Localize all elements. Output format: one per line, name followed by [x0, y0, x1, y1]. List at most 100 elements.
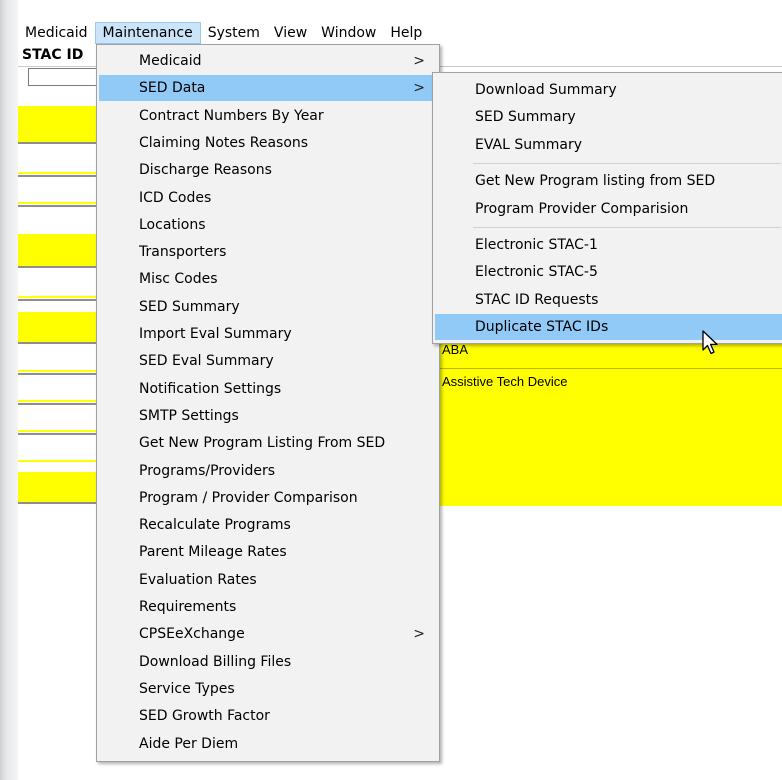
submenu-item-download-summary[interactable]: Download Summary	[435, 77, 782, 103]
menu-item-label: Discharge Reasons	[139, 162, 272, 179]
menu-item-locations[interactable]: Locations	[99, 212, 437, 238]
menu-item-label: Download Billing Files	[139, 653, 292, 670]
menu-item-label: Program / Provider Comparison	[139, 489, 358, 506]
grid-row-divider	[18, 342, 108, 344]
menu-item-programs-providers[interactable]: Programs/Providers	[99, 458, 437, 484]
menu-item-get-new-program-listing-from-sed[interactable]: Get New Program Listing From SED	[99, 430, 437, 456]
menu-item-service-types[interactable]: Service Types	[99, 676, 437, 702]
menu-separator	[473, 163, 781, 165]
grid-row-highlighted[interactable]	[18, 430, 108, 432]
menu-item-label: Notification Settings	[139, 380, 282, 397]
grid-row-highlighted[interactable]	[18, 234, 108, 266]
menu-item-label: SED Growth Factor	[139, 708, 270, 725]
menu-item-label: Evaluation Rates	[139, 571, 257, 588]
menu-item-label: SED Data	[139, 80, 206, 97]
mouse-cursor-icon	[702, 330, 718, 355]
menu-item-label: SED Summary	[139, 298, 240, 315]
menu-item-sed-growth-factor[interactable]: SED Growth Factor	[99, 703, 437, 729]
menu-item-label: Transporters	[139, 244, 227, 261]
menu-item-program-provider-comparison[interactable]: Program / Provider Comparison	[99, 485, 437, 511]
grid-row-divider	[18, 142, 108, 144]
menu-item-claiming-notes-reasons[interactable]: Claiming Notes Reasons	[99, 130, 437, 156]
menu-item-label: SMTP Settings	[139, 407, 239, 424]
menu-item-sed-data[interactable]: SED Data >	[99, 75, 437, 102]
menu-item-label: SED Eval Summary	[139, 353, 274, 370]
menu-item-label: Claiming Notes Reasons	[139, 134, 309, 151]
menu-item-label: Get New Program Listing From SED	[139, 435, 386, 452]
menu-item-parent-mileage-rates[interactable]: Parent Mileage Rates	[99, 539, 437, 565]
submenu-item-get-new-program-listing-from-sed[interactable]: Get New Program listing from SED	[435, 168, 782, 194]
chevron-right-icon: >	[413, 80, 425, 97]
grid-cell-assistive-tech-device[interactable]: Assistive Tech Device	[442, 374, 567, 389]
grid-row-divider	[18, 373, 108, 375]
menu-item-aide-per-diem[interactable]: Aide Per Diem	[99, 731, 437, 757]
submenu-item-duplicate-stac-ids[interactable]: Duplicate STAC IDs	[435, 314, 782, 341]
grid-row-highlighted[interactable]	[18, 460, 108, 462]
menu-item-sed-eval-summary[interactable]: SED Eval Summary	[99, 348, 437, 374]
grid-row-divider	[18, 266, 108, 268]
menu-item-notification-settings[interactable]: Notification Settings	[99, 376, 437, 402]
application-window: Medicaid Maintenance System View Window …	[18, 0, 782, 780]
menu-item-download-billing-files[interactable]: Download Billing Files	[99, 649, 437, 675]
data-grid-left	[18, 0, 108, 780]
menu-item-label: Import Eval Summary	[139, 326, 292, 342]
submenu-item-electronic-stac-5[interactable]: Electronic STAC-5	[435, 259, 782, 285]
grid-cell-aba[interactable]: ABA	[442, 342, 468, 357]
menu-item-label: Service Types	[139, 680, 235, 697]
grid-row-divider	[438, 368, 782, 369]
menu-item-icd-codes[interactable]: ICD Codes	[99, 185, 437, 211]
menu-item-smtp-settings[interactable]: SMTP Settings	[99, 403, 437, 429]
menu-item-label: Locations	[139, 216, 206, 233]
grid-row-highlighted[interactable]	[18, 106, 108, 142]
menu-bar: Medicaid Maintenance System View Window …	[18, 22, 782, 44]
menu-item-contract-numbers-by-year[interactable]: Contract Numbers By Year	[99, 103, 437, 129]
menu-help[interactable]: Help	[383, 22, 429, 44]
menu-view[interactable]: View	[267, 22, 314, 44]
grid-row-highlighted[interactable]	[18, 472, 108, 502]
grid-row-divider	[18, 299, 108, 301]
sed-data-submenu: Download Summary SED Summary EVAL Summary G…	[432, 72, 782, 344]
maintenance-menu: Medicaid > SED Data > Contract Numbers By Ye…	[96, 44, 440, 762]
menu-item-label: ICD Codes	[139, 189, 212, 206]
menu-item-label: Medicaid	[139, 53, 202, 69]
menu-window[interactable]: Window	[314, 22, 383, 44]
menu-maintenance[interactable]: Maintenance	[94, 22, 201, 44]
data-grid-visible-rows: ABA Assistive Tech Device	[438, 340, 782, 506]
grid-row-highlighted[interactable]	[18, 370, 108, 372]
menu-item-misc-codes[interactable]: Misc Codes	[99, 266, 437, 292]
menu-item-label: Parent Mileage Rates	[139, 544, 287, 561]
menu-item-label: Programs/Providers	[139, 462, 276, 479]
grid-row-highlighted[interactable]	[18, 172, 108, 174]
menu-item-transporters[interactable]: Transporters	[99, 239, 437, 265]
menu-separator	[473, 227, 781, 228]
menu-item-import-eval-summary[interactable]: Import Eval Summary	[99, 321, 437, 347]
menu-item-evaluation-rates[interactable]: Evaluation Rates	[99, 567, 437, 593]
grid-row-highlighted[interactable]	[18, 312, 108, 342]
submenu-item-electronic-stac-1[interactable]: Electronic STAC-1	[435, 232, 782, 258]
grid-row-highlighted[interactable]	[18, 400, 108, 402]
menu-item-cpseexchange[interactable]: CPSEeXchange >	[99, 621, 437, 647]
menu-item-label: Aide Per Diem	[139, 735, 239, 752]
menu-item-requirements[interactable]: Requirements	[99, 594, 437, 620]
grid-row-highlighted[interactable]	[18, 296, 108, 298]
menu-item-recalculate-programs[interactable]: Recalculate Programs	[99, 512, 437, 538]
menu-item-discharge-reasons[interactable]: Discharge Reasons	[99, 157, 437, 183]
submenu-item-stac-id-requests[interactable]: STAC ID Requests	[435, 287, 782, 313]
submenu-item-eval-summary[interactable]: EVAL Summary	[435, 132, 782, 158]
menu-item-medicaid[interactable]: Medicaid >	[99, 48, 437, 74]
chevron-right-icon: >	[413, 626, 425, 643]
grid-row-divider	[18, 502, 108, 504]
grid-row-divider	[18, 205, 108, 207]
menu-item-label: Requirements	[139, 599, 237, 615]
submenu-item-program-provider-comparision[interactable]: Program Provider Comparision	[435, 196, 782, 222]
menu-item-label: Misc Codes	[139, 271, 218, 288]
grid-row-divider	[18, 403, 108, 405]
grid-row-divider	[18, 433, 108, 435]
menu-system[interactable]: System	[201, 22, 267, 44]
grid-row-highlighted[interactable]	[18, 202, 108, 204]
menu-item-label: CPSEeXchange	[139, 626, 245, 643]
chevron-right-icon: >	[413, 53, 425, 69]
menu-item-sed-summary[interactable]: SED Summary	[99, 294, 437, 320]
submenu-item-sed-summary[interactable]: SED Summary	[435, 104, 782, 130]
grid-row-divider	[18, 175, 108, 177]
